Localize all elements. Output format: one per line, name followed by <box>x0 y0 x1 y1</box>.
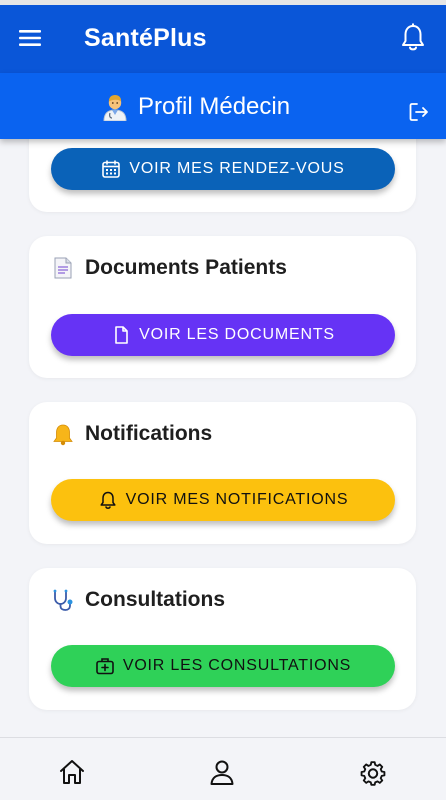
view-documents-button[interactable]: VOIR LES DOCUMENTS <box>51 314 395 356</box>
stethoscope-icon <box>53 589 73 611</box>
document-emoji-icon <box>54 257 72 279</box>
view-notifications-button[interactable]: VOIR MES NOTIFICATIONS <box>51 479 395 521</box>
dashboard-content: VOIR MES RENDEZ-VOUS Documents Patients … <box>0 139 446 737</box>
view-appointments-label: VOIR MES RENDEZ-VOUS <box>129 160 345 177</box>
view-consultations-button[interactable]: VOIR LES CONSULTATIONS <box>51 645 395 687</box>
consultations-title: Consultations <box>85 588 225 611</box>
bell-outline-icon <box>100 491 116 509</box>
document-icon <box>115 326 128 344</box>
app-bar: SantéPlus <box>0 5 446 73</box>
gear-icon[interactable] <box>359 758 387 786</box>
user-icon[interactable] <box>208 758 236 786</box>
medical-bag-icon <box>96 658 114 675</box>
notifications-title: Notifications <box>85 422 213 445</box>
bell-emoji-icon <box>53 424 73 446</box>
profile-header: Profil Médecin <box>0 73 446 139</box>
view-documents-label: VOIR LES DOCUMENTS <box>139 326 335 343</box>
documents-title: Documents Patients <box>85 256 287 279</box>
profile-title: Profil Médecin <box>138 93 291 120</box>
view-consultations-label: VOIR LES CONSULTATIONS <box>122 657 352 674</box>
documents-header: Documents Patients <box>51 256 287 280</box>
view-notifications-label: VOIR MES NOTIFICATIONS <box>125 491 349 508</box>
menu-icon[interactable] <box>18 27 42 49</box>
doctor-emoji-icon <box>103 95 127 121</box>
home-icon[interactable] <box>58 758 86 786</box>
consultations-header: Consultations <box>51 588 225 612</box>
documents-card: Documents Patients VOIR LES DOCUMENTS <box>29 236 416 378</box>
logout-icon[interactable] <box>408 101 430 123</box>
view-appointments-button[interactable]: VOIR MES RENDEZ-VOUS <box>51 148 395 190</box>
bottom-navigation <box>0 737 446 800</box>
notifications-header: Notifications <box>51 422 212 446</box>
notifications-card: Notifications VOIR MES NOTIFICATIONS <box>29 402 416 544</box>
app-title: SantéPlus <box>84 24 207 52</box>
calendar-icon <box>102 160 121 178</box>
bell-icon[interactable] <box>400 23 426 53</box>
appointments-card: VOIR MES RENDEZ-VOUS <box>29 139 416 212</box>
consultations-card: Consultations VOIR LES CONSULTATIONS <box>29 568 416 710</box>
